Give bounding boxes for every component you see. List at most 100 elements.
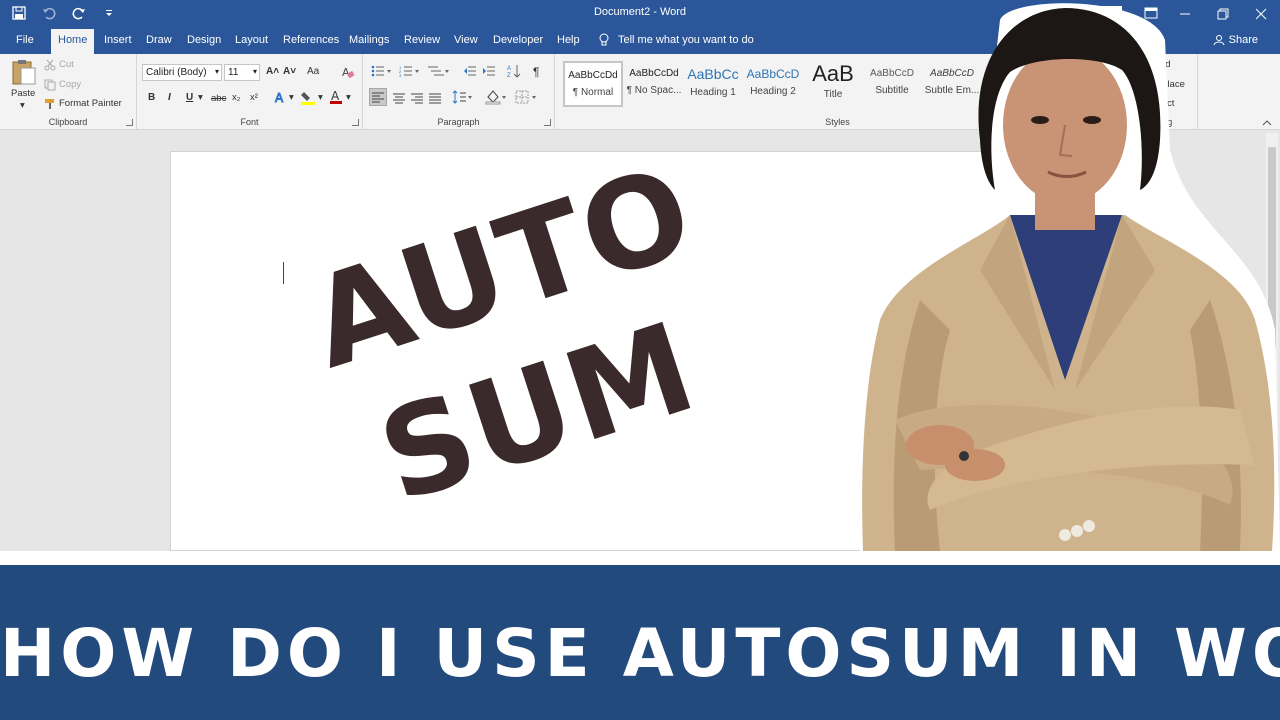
style-heading-1-sample: AaBbCc	[687, 66, 739, 82]
copy-label: Copy	[59, 79, 82, 90]
paragraph-group: 123 AZ ¶ Paragraph	[363, 54, 555, 130]
svg-text:A: A	[507, 66, 511, 72]
presenter-photo	[860, 3, 1280, 551]
borders-icon[interactable]	[515, 89, 541, 105]
tab-layout[interactable]: Layout	[235, 34, 268, 46]
align-right-icon[interactable]	[410, 92, 424, 104]
svg-text:A: A	[275, 91, 284, 104]
clear-formatting-icon[interactable]: A	[341, 65, 355, 79]
style-normal-sample: AaBbCcDd	[568, 70, 618, 81]
font-group: Calibri (Body) ▾ 11 ▾ A˄ A˅ Aa A B I U ▾…	[137, 54, 363, 130]
style-heading-2[interactable]: AaBbCcD Heading 2	[743, 61, 803, 107]
highlight-dropdown-icon[interactable]: ▾	[318, 92, 323, 103]
strikethrough-button[interactable]: abc	[211, 93, 226, 104]
bold-button[interactable]: B	[148, 92, 155, 103]
paste-button[interactable]: Paste ▾	[8, 58, 38, 111]
format-painter-button[interactable]: Format Painter	[44, 97, 134, 111]
style-no-spacing[interactable]: AaBbCcDd ¶ No Spac...	[624, 61, 684, 107]
clipboard-group-label: Clipboard	[48, 117, 88, 127]
paste-label: Paste	[11, 88, 36, 99]
subscript-button[interactable]: x₂	[232, 92, 240, 103]
tell-me-search[interactable]: Tell me what you want to do	[598, 33, 754, 47]
svg-text:A: A	[331, 89, 340, 103]
tab-insert[interactable]: Insert	[104, 34, 132, 46]
grow-font-button[interactable]: A˄	[266, 66, 279, 77]
font-color-dropdown-icon[interactable]: ▾	[346, 92, 351, 103]
font-name-value: Calibri (Body)	[146, 67, 207, 78]
style-title-name: Title	[823, 89, 843, 100]
justify-icon[interactable]	[428, 92, 442, 104]
underline-button[interactable]: U	[186, 92, 193, 103]
text-effects-dropdown-icon[interactable]: ▾	[289, 92, 294, 103]
tab-draw[interactable]: Draw	[146, 34, 172, 46]
copy-button[interactable]: Copy	[44, 78, 104, 92]
style-heading-1[interactable]: AaBbCc Heading 1	[683, 61, 743, 107]
font-name-dropdown-icon: ▾	[214, 67, 219, 76]
decrease-indent-icon[interactable]	[463, 65, 477, 77]
clipboard-icon	[12, 60, 36, 85]
style-normal[interactable]: AaBbCcDd ¶ Normal	[563, 61, 623, 107]
style-normal-name: ¶ Normal	[572, 87, 614, 98]
style-title[interactable]: AaB Title	[803, 61, 863, 107]
highlight-icon[interactable]	[300, 90, 316, 106]
change-case-button[interactable]: Aa	[307, 66, 319, 77]
numbering-icon[interactable]: 123	[399, 65, 421, 77]
scissors-icon	[44, 59, 56, 71]
font-size-value: 11	[228, 67, 239, 78]
paragraph-group-label: Paragraph	[437, 117, 480, 127]
underline-dropdown-icon[interactable]: ▾	[198, 92, 203, 103]
copy-icon	[44, 79, 56, 91]
sort-icon[interactable]: AZ	[507, 64, 521, 78]
tell-me-text: Tell me what you want to do	[618, 34, 754, 46]
font-name-combo[interactable]: Calibri (Body) ▾	[142, 64, 222, 81]
tab-home[interactable]: Home	[51, 29, 95, 54]
tab-mailings[interactable]: Mailings	[349, 34, 389, 46]
tab-file[interactable]: File	[16, 34, 34, 46]
style-heading-1-name: Heading 1	[690, 87, 736, 98]
text-cursor	[283, 262, 284, 284]
font-launcher-icon[interactable]	[352, 119, 359, 126]
style-heading-2-sample: AaBbCcD	[746, 67, 800, 81]
paste-dropdown-icon: ▾	[20, 100, 25, 111]
clipboard-group: Paste ▾ Cut Copy Format Painter Clipboar…	[0, 54, 137, 130]
cut-button[interactable]: Cut	[44, 58, 104, 72]
tab-design[interactable]: Design	[187, 34, 221, 46]
banner-headline: HOW DO I USE AUTOSUM IN WORD?	[0, 615, 1280, 692]
superscript-button[interactable]: x²	[250, 92, 258, 103]
align-left-button[interactable]	[369, 88, 387, 106]
font-group-label: Font	[240, 117, 259, 127]
align-left-icon	[372, 92, 384, 103]
format-painter-label: Format Painter	[59, 98, 122, 109]
tab-review[interactable]: Review	[404, 34, 440, 46]
banner-spacer	[0, 551, 1280, 565]
svg-text:Z: Z	[507, 73, 511, 78]
lightbulb-icon	[599, 33, 609, 46]
paragraph-launcher-icon[interactable]	[544, 119, 551, 126]
font-color-icon[interactable]: A	[329, 89, 343, 105]
style-title-sample: AaB	[812, 61, 854, 86]
tab-help[interactable]: Help	[557, 34, 580, 46]
style-heading-2-name: Heading 2	[750, 86, 796, 97]
tab-developer[interactable]: Developer	[493, 34, 543, 46]
style-no-spacing-sample: AaBbCcDd	[629, 68, 679, 79]
cut-label: Cut	[59, 59, 74, 70]
svg-text:3: 3	[399, 73, 402, 77]
increase-indent-icon[interactable]	[482, 65, 496, 77]
text-effects-icon[interactable]: A	[274, 90, 288, 105]
word-window: Document2 - Word Sign in File Home Inser…	[0, 0, 1280, 720]
line-spacing-icon[interactable]	[452, 90, 474, 104]
shrink-font-button[interactable]: A˅	[283, 66, 296, 77]
shading-icon[interactable]	[485, 89, 509, 105]
align-center-icon[interactable]	[392, 92, 406, 104]
paintbrush-icon	[45, 99, 54, 109]
tab-references[interactable]: References	[283, 34, 339, 46]
bullets-icon[interactable]	[371, 65, 393, 77]
multilevel-list-icon[interactable]	[427, 65, 451, 77]
style-no-spacing-name: ¶ No Spac...	[626, 85, 682, 96]
tab-view[interactable]: View	[454, 34, 478, 46]
show-hide-button[interactable]: ¶	[533, 65, 539, 79]
font-size-combo[interactable]: 11 ▾	[224, 64, 260, 81]
font-size-dropdown-icon: ▾	[252, 67, 257, 76]
clipboard-launcher-icon[interactable]	[126, 119, 133, 126]
italic-button[interactable]: I	[168, 92, 171, 103]
